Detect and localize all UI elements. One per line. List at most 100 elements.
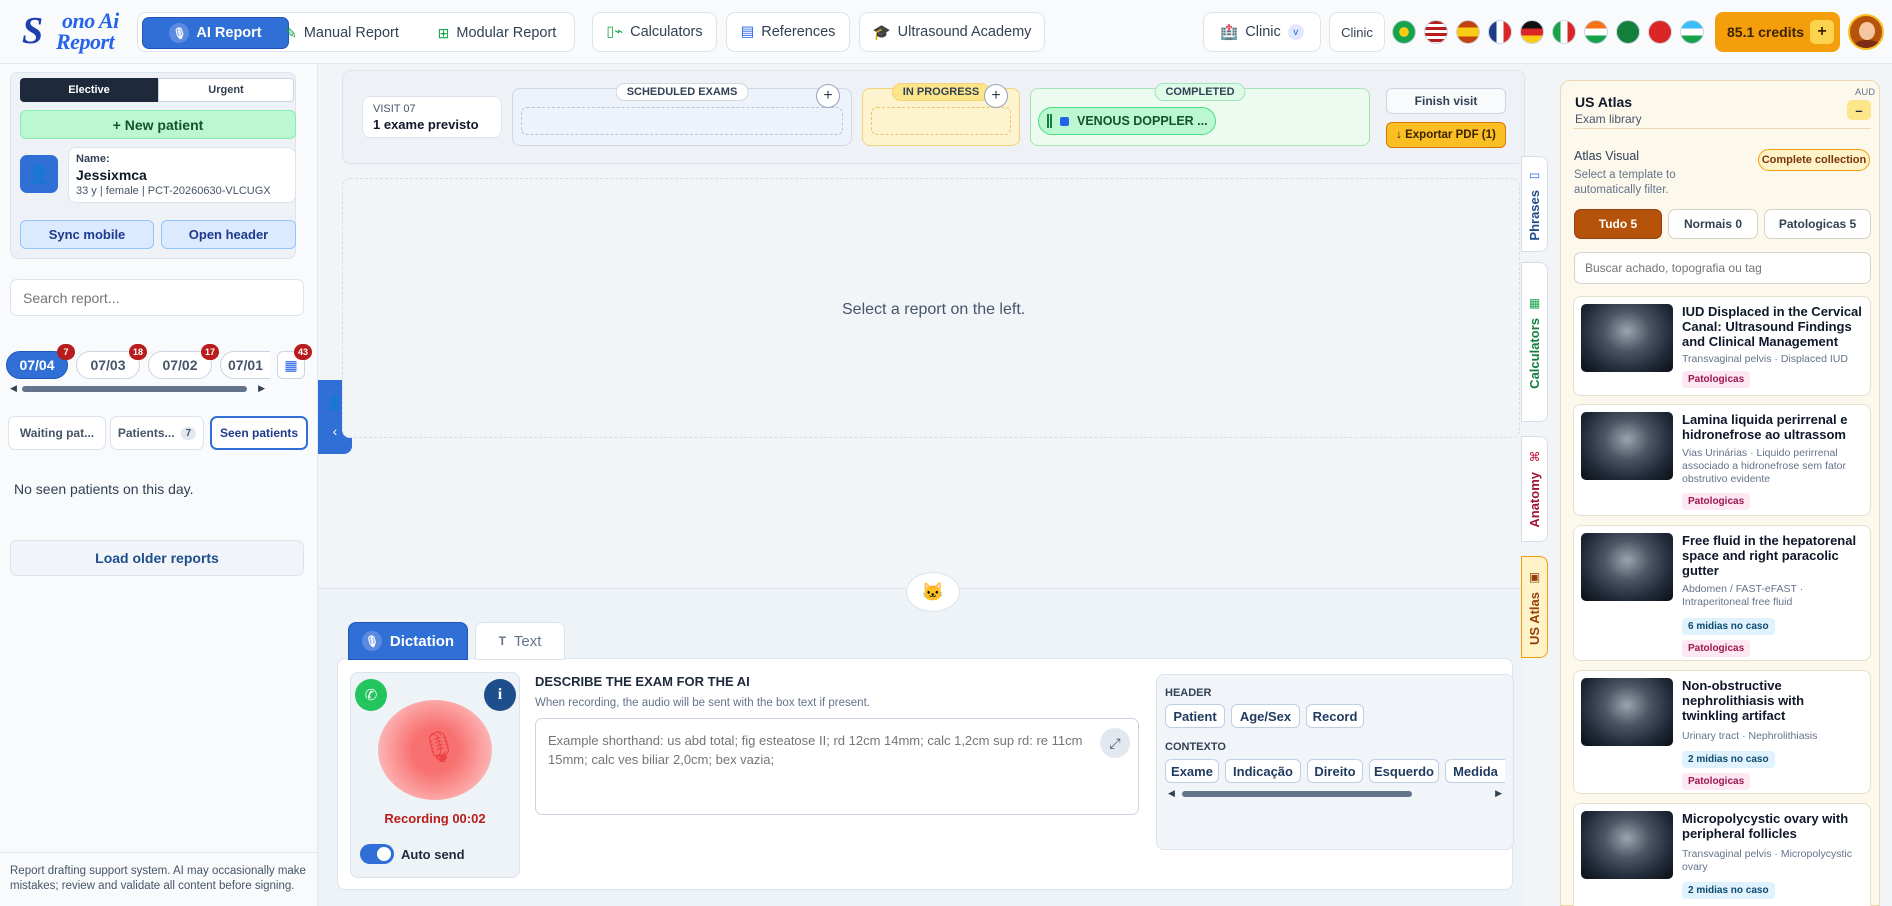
- describe-subtitle: When recording, the audio will be sent w…: [535, 697, 870, 709]
- date-scrollbar[interactable]: ◀ ▶: [10, 383, 265, 393]
- record-button[interactable]: 🎙: [378, 700, 492, 800]
- tag-pathological: Patologicas: [1682, 773, 1751, 790]
- date-chip-0704[interactable]: 07/04 7: [6, 344, 75, 379]
- elective-toggle[interactable]: Elective: [20, 78, 158, 102]
- chip-patient[interactable]: Patient: [1165, 704, 1225, 728]
- filter-normal[interactable]: Normais 0: [1668, 209, 1758, 239]
- atlas-item[interactable]: Micropolycystic ovary with peripheral fo…: [1573, 803, 1871, 906]
- open-header-button[interactable]: Open header: [161, 220, 296, 249]
- completed-column[interactable]: COMPLETED VENOUS DOPPLER ...: [1030, 83, 1370, 146]
- finish-visit-button[interactable]: Finish visit: [1386, 88, 1506, 114]
- scheduled-exams-column[interactable]: SCHEDULED EXAMS: [512, 83, 852, 146]
- flag-usa-icon[interactable]: [1424, 20, 1448, 44]
- building-icon: 🏥: [1220, 24, 1239, 41]
- chip-record[interactable]: Record: [1306, 704, 1364, 728]
- top-navigation: S ono Ai Report 🎙 AI Report ✎ Manual Rep…: [0, 0, 1892, 64]
- atlas-corner-label: AUD: [1855, 87, 1876, 98]
- phrases-side-tab[interactable]: ▭ Phrases: [1521, 156, 1548, 252]
- complete-collection-button[interactable]: Complete collection: [1758, 149, 1870, 171]
- urgent-toggle[interactable]: Urgent: [158, 78, 294, 102]
- modules-icon: ⊞: [437, 24, 450, 41]
- flag-italy-icon[interactable]: [1552, 20, 1576, 44]
- select-report-placeholder: Select a report on the left.: [842, 301, 1026, 318]
- sync-mobile-button[interactable]: Sync mobile: [20, 220, 154, 249]
- ultrasound-thumbnail: [1581, 304, 1673, 372]
- date-chip-0703[interactable]: 07/03 18: [76, 344, 147, 379]
- media-count-badge: 6 midias no caso: [1682, 618, 1775, 635]
- clinic-select[interactable]: 🏥 Clinic v: [1203, 12, 1321, 52]
- microphone-icon: 🎙: [361, 631, 382, 651]
- ultrasound-thumbnail: [1581, 678, 1673, 746]
- calendar-icon[interactable]: ▦ 43: [277, 344, 312, 379]
- logo[interactable]: S ono Ai Report: [22, 8, 128, 53]
- divider: [1573, 128, 1871, 129]
- recording-timer: Recording 00:02: [384, 811, 486, 826]
- load-older-button[interactable]: Load older reports: [10, 540, 304, 576]
- user-avatar[interactable]: [1848, 14, 1884, 50]
- auto-send-toggle[interactable]: [360, 844, 394, 864]
- calculators-nav[interactable]: ▯⌁ Calculators: [592, 12, 717, 52]
- visit-info[interactable]: VISIT 07 1 exame previsto: [362, 96, 502, 138]
- chip-age-sex[interactable]: Age/Sex: [1231, 704, 1300, 728]
- completed-exam-chip[interactable]: VENOUS DOPPLER ...: [1038, 107, 1216, 135]
- chip-medida[interactable]: Medida: [1445, 759, 1505, 783]
- header-label: HEADER: [1165, 687, 1212, 699]
- credits-badge[interactable]: 85.1 credits +: [1715, 12, 1840, 52]
- calculators-side-tab[interactable]: ▦ Calculators: [1521, 262, 1548, 422]
- modular-report-tab[interactable]: ⊞ Modular Report: [424, 17, 570, 49]
- add-in-progress-button[interactable]: +: [984, 84, 1008, 108]
- atlas-item[interactable]: Non-obstructive nephrolithiasis with twi…: [1573, 670, 1871, 794]
- flag-saudi-icon[interactable]: [1616, 20, 1640, 44]
- clinic-button[interactable]: Clinic: [1329, 12, 1385, 52]
- anatomy-side-tab[interactable]: ⌘ Anatomy: [1521, 436, 1548, 542]
- exam-description-input[interactable]: [535, 718, 1139, 815]
- flag-germany-icon[interactable]: [1520, 20, 1544, 44]
- expand-icon[interactable]: ⤢: [1100, 728, 1130, 758]
- tab-waiting-patients[interactable]: Waiting pat...: [8, 416, 106, 450]
- date-chip-0702[interactable]: 07/02 17: [148, 344, 219, 379]
- filter-pathological[interactable]: Patologicas 5: [1764, 209, 1871, 239]
- mascot-icon[interactable]: 🐱: [906, 572, 960, 612]
- manual-report-tab[interactable]: ✎ Manual Report: [272, 17, 412, 49]
- image-icon: ▣: [1528, 569, 1541, 584]
- add-scheduled-button[interactable]: +: [816, 84, 840, 108]
- drag-handle-icon: [1047, 114, 1052, 128]
- tab-seen-patients[interactable]: Seen patients: [210, 416, 308, 450]
- atlas-item[interactable]: IUD Displaced in the Cervical Canal: Ult…: [1573, 296, 1871, 396]
- flag-france-icon[interactable]: [1488, 20, 1512, 44]
- add-credits-button[interactable]: +: [1810, 20, 1834, 44]
- text-tab[interactable]: T Text: [475, 622, 565, 660]
- search-report-input[interactable]: [10, 279, 304, 316]
- flag-spain-icon[interactable]: [1456, 20, 1480, 44]
- chip-direito[interactable]: Direito: [1307, 759, 1363, 783]
- user-icon: 👤: [326, 395, 344, 410]
- us-atlas-side-tab[interactable]: ▣ US Atlas: [1521, 556, 1548, 658]
- tab-patients[interactable]: Patients... 7: [110, 416, 204, 450]
- chips-scrollbar[interactable]: ◀ ▶: [1168, 788, 1502, 798]
- flag-brazil-icon[interactable]: [1392, 20, 1416, 44]
- dictation-tab[interactable]: 🎙 Dictation: [348, 622, 468, 660]
- export-pdf-button[interactable]: ↓ Exportar PDF (1): [1386, 122, 1506, 148]
- info-icon[interactable]: i: [484, 679, 516, 711]
- date-chip-0701[interactable]: 07/01: [220, 351, 270, 379]
- new-patient-button[interactable]: + New patient: [20, 110, 296, 139]
- ultrasound-thumbnail: [1581, 533, 1673, 601]
- whatsapp-icon[interactable]: ✆: [355, 679, 387, 711]
- ai-report-tab[interactable]: 🎙 AI Report: [142, 17, 289, 49]
- chip-indicacao[interactable]: Indicação: [1225, 759, 1301, 783]
- flag-india-icon[interactable]: [1584, 20, 1608, 44]
- atlas-item[interactable]: Lamina liquida perirrenal e hidronefrose…: [1573, 404, 1871, 516]
- academy-nav[interactable]: 🎓 Ultrasound Academy: [859, 12, 1045, 52]
- atlas-search-input[interactable]: [1574, 252, 1871, 284]
- collapse-button[interactable]: –: [1847, 100, 1871, 120]
- flag-china-icon[interactable]: [1648, 20, 1672, 44]
- atlas-item[interactable]: Free fluid in the hepatorenal space and …: [1573, 525, 1871, 661]
- chip-esquerdo[interactable]: Esquerdo: [1369, 759, 1439, 783]
- chip-exame[interactable]: Exame: [1165, 759, 1219, 783]
- filter-all[interactable]: Tudo 5: [1574, 209, 1662, 239]
- flag-uzbekistan-icon[interactable]: [1680, 20, 1704, 44]
- graduation-cap-icon: 🎓: [872, 24, 891, 41]
- references-nav[interactable]: ▤ References: [726, 12, 850, 52]
- patient-info[interactable]: Name: Jessixmca 33 y | female | PCT-2026…: [68, 147, 296, 203]
- auto-send-label: Auto send: [401, 847, 465, 862]
